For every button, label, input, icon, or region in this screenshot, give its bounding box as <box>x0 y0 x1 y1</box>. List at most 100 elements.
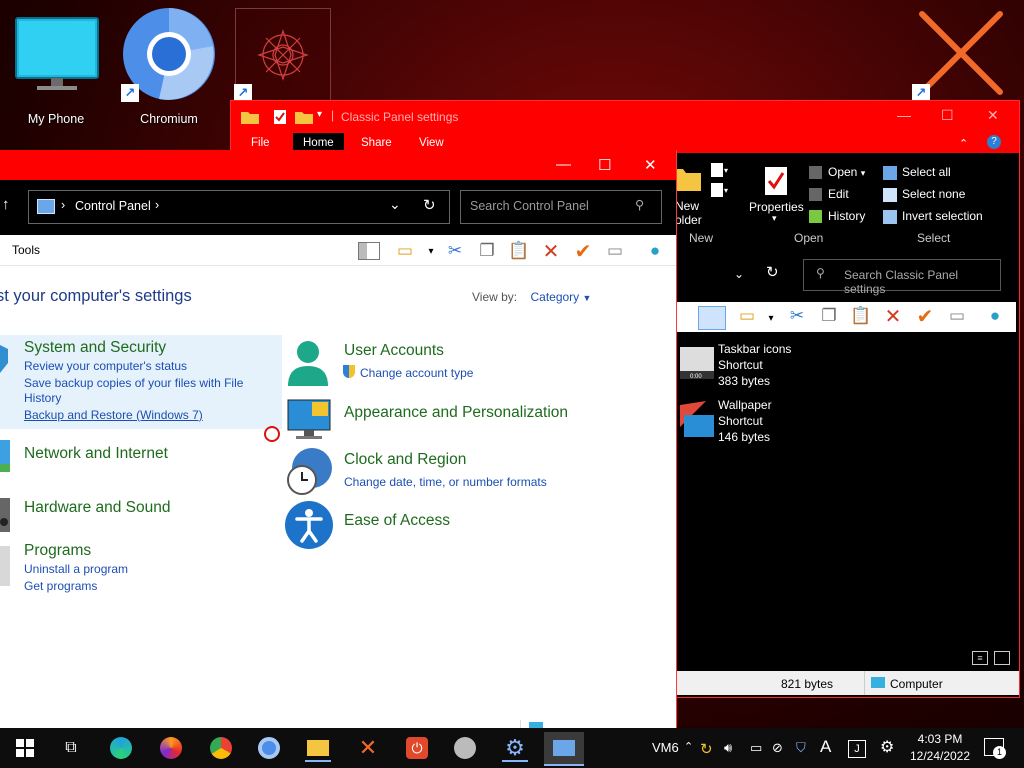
confirm-icon[interactable]: ✔ <box>572 241 594 263</box>
select-icon[interactable]: ▭ <box>394 241 416 261</box>
start-button[interactable] <box>12 736 38 760</box>
search-input[interactable]: Search Control Panel ⚲ <box>460 190 662 224</box>
security-shield-icon[interactable]: ⛉ <box>796 740 806 756</box>
link-backup-restore[interactable]: Backup and Restore (Windows 7) <box>24 408 203 422</box>
rename-icon[interactable]: ▭ <box>946 306 968 326</box>
edit-button[interactable]: Edit <box>809 187 849 202</box>
tab-share[interactable]: Share <box>361 137 392 149</box>
explorer-titlebar[interactable]: ▾ | Classic Panel settings — ☐ ✕ <box>231 101 1019 133</box>
preview-pane-icon[interactable] <box>698 306 726 330</box>
file-explorer-icon[interactable] <box>305 736 331 762</box>
link-change-account-type[interactable]: Change account type <box>360 366 473 380</box>
ribbon-collapse-icon[interactable]: ⌃ <box>959 137 968 150</box>
history-button[interactable]: History <box>809 209 865 224</box>
task-view-button[interactable]: ⧉ <box>58 736 84 760</box>
control-panel-taskbar-icon[interactable] <box>544 732 584 766</box>
new-folder-quick-icon[interactable] <box>295 110 313 124</box>
network-tray-icon[interactable]: ▭ <box>750 740 762 756</box>
refresh-icon[interactable]: ↻ <box>423 196 436 214</box>
tab-file[interactable]: File <box>251 137 270 149</box>
open-button[interactable]: Open ▾ <box>809 165 866 180</box>
category-clock-region[interactable]: Clock and Region <box>344 451 466 469</box>
volume-icon[interactable]: 🔊︎ <box>724 740 732 756</box>
quick-access-dropdown-icon[interactable]: ▾ <box>317 109 322 120</box>
x-app-icon[interactable]: ✕ <box>355 735 381 760</box>
address-bar[interactable]: › Control Panel › ⌄ ↻ <box>28 190 450 224</box>
link-change-date-time[interactable]: Change date, time, or number formats <box>344 475 547 489</box>
breadcrumb-control-panel[interactable]: Control Panel <box>75 199 151 213</box>
new-item-icon[interactable]: ▾▾ <box>709 161 731 199</box>
disc-app-icon[interactable] <box>452 736 478 760</box>
options-shell-icon[interactable]: ● <box>644 241 666 261</box>
open-dropdown-icon[interactable]: ▾ <box>861 168 866 178</box>
chromium-taskbar-icon[interactable] <box>256 736 282 760</box>
address-dropdown-icon[interactable]: ⌄ <box>734 267 744 281</box>
firefox-icon[interactable] <box>158 736 184 760</box>
category-system-security[interactable]: System and Security <box>24 339 166 357</box>
file-item[interactable]: Wallpaper Shortcut 146 bytes <box>676 397 876 447</box>
rename-icon[interactable]: ▭ <box>604 241 626 261</box>
category-ease-of-access[interactable]: Ease of Access <box>344 512 450 530</box>
confirm-icon[interactable]: ✔ <box>914 306 936 328</box>
copy-icon[interactable]: ❐ <box>476 241 498 261</box>
disconnected-icon[interactable]: ⊘ <box>772 740 783 756</box>
properties-dropdown-icon[interactable]: ▾ <box>772 213 777 224</box>
link-save-backup[interactable]: Save backup copies of your files with Fi… <box>24 376 243 390</box>
close-button[interactable]: ✕ <box>644 156 657 174</box>
vm-label[interactable]: VM6 <box>652 740 679 755</box>
select-none-button[interactable]: Select none <box>883 187 965 202</box>
clock[interactable]: 4:03 PM 12/24/2022 <box>908 731 972 765</box>
preview-pane-icon[interactable] <box>358 241 380 261</box>
input-indicator[interactable]: A <box>820 737 831 757</box>
explorer-search-input[interactable]: ⚲ Search Classic Panel settings <box>803 259 1001 296</box>
address-dropdown-icon[interactable]: ⌄ <box>389 196 401 213</box>
power-app-icon[interactable]: ⏻ <box>404 736 430 760</box>
menu-tools[interactable]: Tools <box>12 243 40 257</box>
ime-icon[interactable]: J <box>848 740 866 758</box>
delete-icon[interactable]: ✕ <box>882 306 904 328</box>
control-panel-window[interactable]: — ☐ ✕ ↑ › Control Panel › ⌄ ↻ Search Con… <box>0 150 677 730</box>
minimize-button[interactable]: — <box>897 107 911 123</box>
new-folder-button[interactable]: New older <box>675 199 702 227</box>
maximize-button[interactable]: ☐ <box>941 107 954 124</box>
edge-icon[interactable] <box>108 736 134 760</box>
cut-icon[interactable]: ✂ <box>444 241 466 261</box>
link-file-history[interactable]: History <box>24 391 61 405</box>
gear-icon[interactable]: ⚙ <box>880 737 894 757</box>
paste-icon[interactable]: 📋 <box>508 241 530 261</box>
category-hardware-sound[interactable]: Hardware and Sound <box>24 499 171 517</box>
link-review-status[interactable]: Review your computer's status <box>24 359 187 373</box>
paste-icon[interactable]: 📋 <box>850 306 872 326</box>
select-dropdown-icon[interactable]: ▾ <box>760 308 782 328</box>
tab-view[interactable]: View <box>419 137 444 149</box>
show-hidden-icons[interactable]: ⌃ <box>684 740 693 753</box>
large-icons-view-icon[interactable] <box>994 651 1010 665</box>
close-button[interactable]: ✕ <box>987 107 999 124</box>
sync-icon[interactable]: ↻ <box>700 740 713 758</box>
control-panel-titlebar[interactable]: — ☐ ✕ <box>0 150 676 180</box>
link-get-programs[interactable]: Get programs <box>24 579 97 593</box>
delete-icon[interactable]: ✕ <box>540 241 562 263</box>
breadcrumb-next-icon[interactable]: › <box>155 198 159 212</box>
notification-center[interactable]: 1 <box>984 738 1006 759</box>
cut-icon[interactable]: ✂ <box>786 306 808 326</box>
minimize-button[interactable]: — <box>556 156 571 173</box>
category-user-accounts[interactable]: User Accounts <box>344 342 444 360</box>
chrome-icon[interactable] <box>208 736 234 760</box>
maximize-button[interactable]: ☐ <box>598 156 611 174</box>
file-item[interactable]: 0:00 Taskbar icons Shortcut 383 bytes <box>676 341 876 391</box>
select-dropdown-icon[interactable]: ▾ <box>420 241 442 261</box>
options-shell-icon[interactable]: ● <box>984 306 1006 326</box>
details-view-icon[interactable]: ≡ <box>972 651 988 665</box>
select-icon[interactable]: ▭ <box>736 306 758 326</box>
category-appearance-personalization[interactable]: Appearance and Personalization <box>344 404 568 422</box>
properties-quick-icon[interactable] <box>273 109 287 125</box>
up-arrow-icon[interactable]: ↑ <box>2 196 10 213</box>
link-uninstall-program[interactable]: Uninstall a program <box>24 562 128 576</box>
copy-icon[interactable]: ❐ <box>818 306 840 326</box>
help-icon[interactable]: ? <box>987 135 1001 149</box>
select-all-button[interactable]: Select all <box>883 165 951 180</box>
properties-button[interactable]: Properties <box>749 200 804 214</box>
view-by-dropdown[interactable]: Category ▼ <box>530 290 591 304</box>
category-network-internet[interactable]: Network and Internet <box>24 445 168 463</box>
